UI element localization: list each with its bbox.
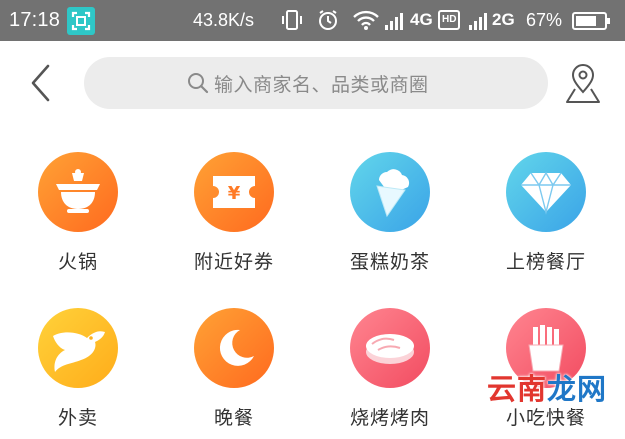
diamond-icon xyxy=(506,152,586,232)
battery-percent: 67% xyxy=(526,10,563,30)
search-input[interactable]: 输入商家名、品类或商圈 xyxy=(84,57,548,109)
category-hotpot[interactable]: 火锅 xyxy=(0,143,156,283)
category-delivery[interactable]: 外卖 xyxy=(0,299,156,439)
watermark-part-2: 龙网 xyxy=(547,372,608,406)
search-placeholder: 输入商家名、品类或商圈 xyxy=(214,74,429,96)
moon-icon xyxy=(194,308,274,388)
chevron-left-icon xyxy=(31,64,50,102)
meat-icon xyxy=(350,308,430,388)
status-bar: 17:18 43.8K/s 4G HD 2G 67% xyxy=(0,0,625,41)
category-cake-tea[interactable]: 蛋糕奶茶 xyxy=(312,143,468,283)
signal-icon xyxy=(384,9,408,36)
category-nearby-coupons[interactable]: ¥ 附近好券 xyxy=(156,143,312,283)
watermark-part-1: 云南 xyxy=(487,372,548,406)
back-button[interactable] xyxy=(26,62,60,104)
ice-cream-icon xyxy=(350,152,430,232)
delivery-dog-icon xyxy=(38,308,118,388)
category-label: 火锅 xyxy=(57,251,98,273)
status-time: 17:18 xyxy=(9,9,61,31)
network-type-1: 4G xyxy=(410,10,433,29)
location-button[interactable] xyxy=(563,62,603,106)
category-label: 附近好券 xyxy=(193,251,274,273)
network-speed: 43.8K/s xyxy=(193,10,255,30)
category-label: 上榜餐厅 xyxy=(505,251,586,273)
wifi-icon xyxy=(352,8,380,37)
category-label: 晚餐 xyxy=(213,407,254,429)
category-bbq[interactable]: 烧烤烤肉 xyxy=(312,299,468,439)
hd-badge: HD xyxy=(438,10,461,30)
screenshot-scan-icon xyxy=(67,7,95,35)
svg-text:¥: ¥ xyxy=(228,183,241,204)
battery-icon xyxy=(572,12,612,35)
category-label: 外卖 xyxy=(57,407,98,429)
vibrate-icon xyxy=(280,8,304,37)
coupon-icon: ¥ xyxy=(194,152,274,232)
category-dinner[interactable]: 晚餐 xyxy=(156,299,312,439)
network-type-2: 2G xyxy=(492,10,515,29)
map-pin-icon xyxy=(566,64,600,103)
hotpot-icon xyxy=(38,152,118,232)
category-label: 烧烤烤肉 xyxy=(349,407,430,429)
signal-icon xyxy=(468,9,492,36)
watermark-logo: 云南龙网 xyxy=(487,366,607,408)
category-label: 蛋糕奶茶 xyxy=(349,251,430,273)
alarm-icon xyxy=(316,8,340,37)
category-top-restaurants[interactable]: 上榜餐厅 xyxy=(468,143,624,283)
search-icon xyxy=(187,72,209,98)
